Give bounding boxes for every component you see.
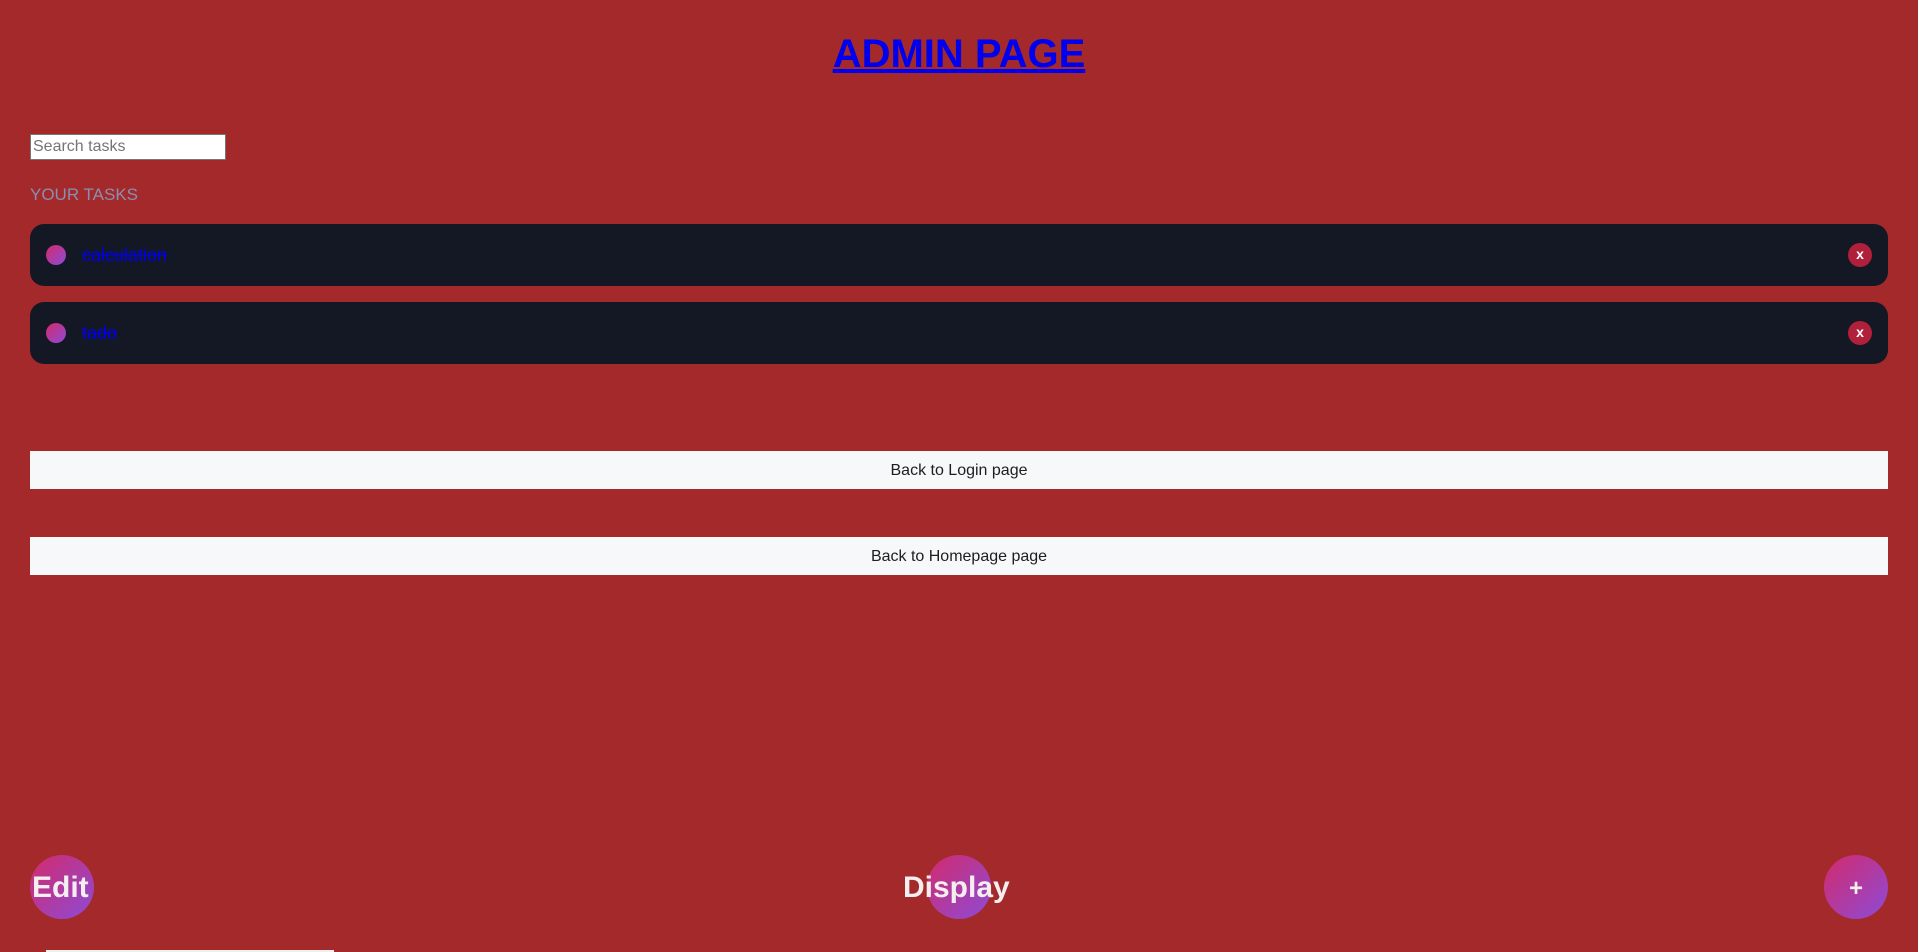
task-complete-toggle[interactable] <box>46 323 66 343</box>
plus-icon[interactable]: + <box>1824 872 1888 906</box>
display-fab-label[interactable]: Display <box>903 871 1010 905</box>
back-to-homepage-button[interactable]: Back to Homepage page <box>30 537 1888 575</box>
delete-task-button[interactable]: x <box>1848 321 1872 345</box>
edit-fab-label[interactable]: Edit <box>32 871 89 905</box>
tasks-section-label: YOUR TASKS <box>30 185 139 204</box>
admin-page: ADMIN PAGE YOUR TASKS calculation x tado… <box>0 0 1918 952</box>
delete-task-button[interactable]: x <box>1848 243 1872 267</box>
task-item: tado x <box>30 302 1888 364</box>
task-name[interactable]: calculation <box>82 244 167 266</box>
task-name[interactable]: tado <box>82 322 117 344</box>
page-title[interactable]: ADMIN PAGE <box>0 30 1918 78</box>
back-to-login-button[interactable]: Back to Login page <box>30 451 1888 489</box>
task-complete-toggle[interactable] <box>46 245 66 265</box>
task-item: calculation x <box>30 224 1888 286</box>
search-input[interactable] <box>30 134 226 160</box>
